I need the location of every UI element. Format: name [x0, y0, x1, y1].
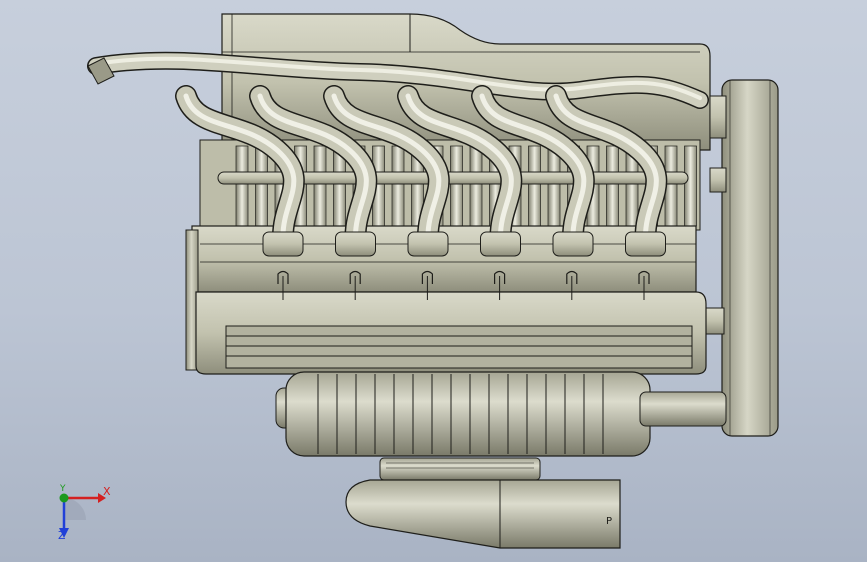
header-flange — [407, 231, 449, 257]
runner-rib — [313, 145, 327, 227]
triad-plane — [64, 498, 86, 520]
header-flange — [262, 231, 304, 257]
runner-rib — [255, 145, 268, 227]
header-flange — [335, 231, 376, 257]
runner-rib — [469, 145, 483, 227]
runner-rib — [528, 145, 541, 227]
header-flange — [480, 231, 521, 257]
part-marking: P — [606, 516, 612, 527]
header-flange — [552, 231, 594, 257]
y-axis-label: Y — [60, 484, 66, 494]
lower-block[interactable] — [195, 291, 707, 375]
front-cover-plate[interactable] — [699, 79, 779, 437]
supercharger-drum[interactable] — [275, 371, 727, 457]
runner-rib — [450, 145, 463, 227]
runner-rib — [391, 145, 405, 227]
y-axis-origin — [59, 493, 69, 503]
runner-rib — [547, 145, 561, 227]
runner-rib — [235, 145, 249, 227]
inlet-cone[interactable]: P — [345, 479, 621, 549]
x-axis-label: X — [103, 485, 111, 498]
z-axis-label: Z — [58, 529, 66, 542]
runner-rib — [684, 145, 697, 227]
runner-rib — [606, 145, 619, 227]
engine-model[interactable]: P — [0, 0, 867, 562]
drive-snout — [379, 457, 541, 481]
graphics-viewport[interactable]: P X Y Z — [0, 0, 867, 562]
header-flange — [625, 231, 666, 257]
